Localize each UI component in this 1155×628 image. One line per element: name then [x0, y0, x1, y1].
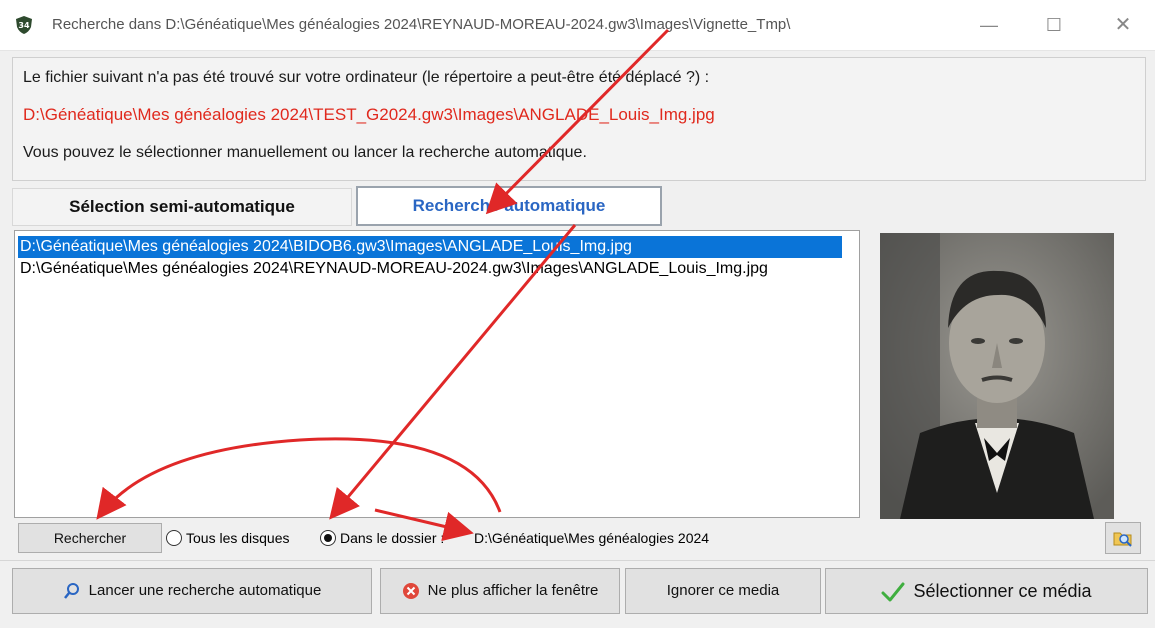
minimize-button[interactable]: —: [966, 0, 1012, 50]
info-message: Le fichier suivant n'a pas été trouvé su…: [23, 69, 710, 86]
maximize-button[interactable]: ☐: [1031, 0, 1077, 50]
select-media-button[interactable]: Sélectionner ce média: [825, 568, 1148, 614]
info-panel: Le fichier suivant n'a pas été trouvé su…: [12, 57, 1146, 181]
green-check-icon: [881, 582, 905, 602]
title-bar: 34 Recherche dans D:\Généatique\Mes géné…: [0, 0, 1155, 51]
radio-in-folder-label: Dans le dossier :: [340, 530, 445, 546]
list-item[interactable]: D:\Généatique\Mes généalogies 2024\REYNA…: [18, 258, 842, 280]
hide-window-label: Ne plus afficher la fenêtre: [427, 582, 599, 599]
divider: [0, 560, 1155, 561]
launch-auto-search-label: Lancer une recherche automatique: [88, 582, 322, 599]
svg-text:34: 34: [18, 21, 30, 30]
radio-circle-checked[interactable]: [320, 530, 336, 546]
close-button[interactable]: ✕: [1100, 0, 1146, 50]
radio-all-disks-label: Tous les disques: [186, 530, 290, 546]
red-x-icon: [402, 583, 419, 600]
ignore-media-button[interactable]: Ignorer ce media: [625, 568, 821, 614]
folder-search-icon: [1113, 532, 1132, 547]
info-hint: Vous pouvez le sélectionner manuellement…: [23, 144, 587, 161]
radio-in-folder[interactable]: Dans le dossier :: [320, 528, 444, 548]
results-list[interactable]: D:\Généatique\Mes généalogies 2024\BIDOB…: [14, 230, 860, 518]
select-media-label: Sélectionner ce média: [913, 581, 1092, 601]
launch-auto-search-button[interactable]: Lancer une recherche automatique: [12, 568, 372, 614]
browse-folder-button[interactable]: [1105, 522, 1141, 554]
radio-circle[interactable]: [166, 530, 182, 546]
portrait-photo: [880, 233, 1114, 519]
hide-window-button[interactable]: Ne plus afficher la fenêtre: [380, 568, 620, 614]
radio-all-disks[interactable]: Tous les disques: [166, 528, 290, 548]
tab-semi-automatic[interactable]: Sélection semi-automatique: [12, 188, 352, 226]
magnifier-icon: [63, 583, 79, 599]
geneatique-shield-icon: 34: [16, 16, 32, 34]
window-title: Recherche dans D:\Généatique\Mes généalo…: [52, 16, 791, 33]
media-preview-image: [880, 233, 1114, 519]
search-button[interactable]: Rechercher: [18, 523, 162, 553]
search-folder-path: D:\Généatique\Mes généalogies 2024: [474, 530, 710, 546]
list-item[interactable]: D:\Généatique\Mes généalogies 2024\BIDOB…: [18, 236, 842, 258]
missing-file-path: D:\Généatique\Mes généalogies 2024\TEST_…: [23, 105, 715, 124]
tab-automatic-search[interactable]: Recherche automatique: [356, 186, 662, 226]
